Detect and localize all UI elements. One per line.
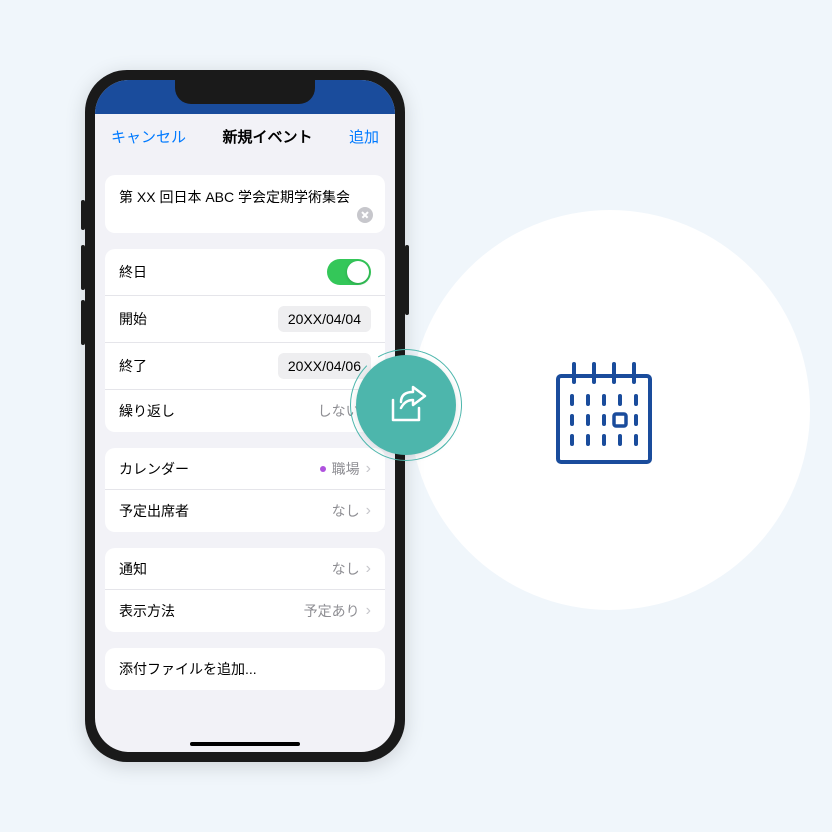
volume-up: [81, 245, 85, 290]
share-icon: [381, 380, 431, 430]
start-row[interactable]: 開始 20XX/04/04: [105, 296, 385, 343]
calendar-color-dot: [320, 466, 326, 472]
show-as-label: 表示方法: [119, 601, 175, 621]
cancel-button[interactable]: キャンセル: [111, 126, 186, 147]
alert-card: 通知 なし › 表示方法 予定あり ›: [105, 548, 385, 632]
attachment-card: 添付ファイルを追加...: [105, 648, 385, 690]
alert-row[interactable]: 通知 なし ›: [105, 548, 385, 590]
all-day-label: 終日: [119, 262, 147, 282]
all-day-row: 終日: [105, 249, 385, 296]
invitees-row[interactable]: 予定出席者 なし ›: [105, 490, 385, 532]
share-badge: [356, 355, 456, 455]
home-indicator[interactable]: [190, 742, 300, 746]
mute-switch: [81, 200, 85, 230]
invitees-label: 予定出席者: [119, 501, 189, 521]
alert-value: なし: [332, 559, 360, 579]
calendar-label: カレンダー: [119, 459, 189, 479]
show-as-row[interactable]: 表示方法 予定あり ›: [105, 590, 385, 632]
end-label: 終了: [119, 356, 147, 376]
chevron-right-icon: ›: [366, 602, 371, 620]
title-card: 第 XX 回日本 ABC 学会定期学術集会: [105, 175, 385, 233]
attachment-label: 添付ファイルを追加...: [119, 659, 257, 679]
calendar-icon: [544, 354, 664, 479]
invitees-value: なし: [332, 501, 360, 521]
chevron-right-icon: ›: [366, 560, 371, 578]
end-row[interactable]: 終了 20XX/04/06: [105, 343, 385, 390]
show-as-value: 予定あり: [304, 601, 360, 621]
event-title-input[interactable]: 第 XX 回日本 ABC 学会定期学術集会: [119, 187, 371, 207]
nav-bar: キャンセル 新規イベント 追加: [95, 114, 395, 159]
time-card: 終日 開始 20XX/04/04 終了 20XX/04/06 繰り返し しない …: [105, 249, 385, 432]
calendar-value: 職場: [332, 459, 360, 479]
start-label: 開始: [119, 309, 147, 329]
notch: [175, 80, 315, 104]
repeat-label: 繰り返し: [119, 401, 175, 421]
all-day-toggle[interactable]: [327, 259, 371, 285]
nav-title: 新規イベント: [222, 126, 312, 147]
start-date[interactable]: 20XX/04/04: [278, 306, 371, 332]
power-button: [405, 245, 409, 315]
add-attachment-row[interactable]: 添付ファイルを追加...: [105, 648, 385, 690]
calendar-card: カレンダー 職場 › 予定出席者 なし ›: [105, 448, 385, 532]
calendar-row[interactable]: カレンダー 職場 ›: [105, 448, 385, 490]
chevron-right-icon: ›: [366, 460, 371, 478]
repeat-row[interactable]: 繰り返し しない ›: [105, 390, 385, 432]
chevron-right-icon: ›: [366, 502, 371, 520]
volume-down: [81, 300, 85, 345]
alert-label: 通知: [119, 559, 147, 579]
add-button[interactable]: 追加: [349, 126, 379, 147]
clear-icon[interactable]: [357, 207, 373, 223]
